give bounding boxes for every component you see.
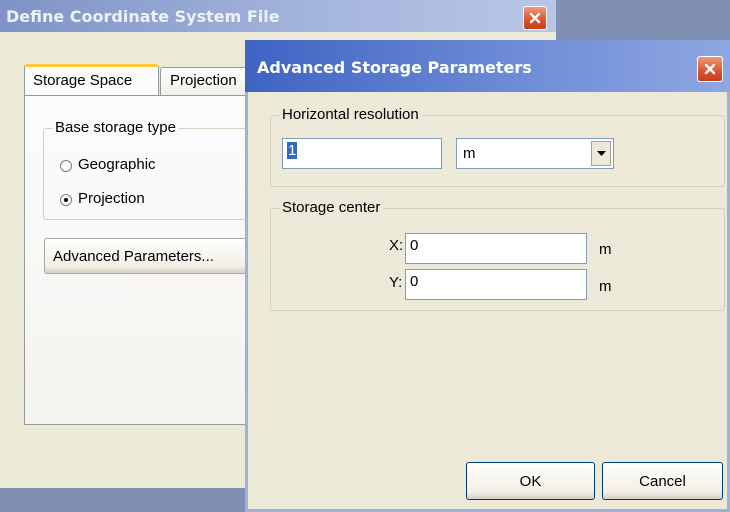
radio-geographic-label[interactable]: Geographic bbox=[78, 156, 156, 173]
radio-projection-label[interactable]: Projection bbox=[78, 190, 145, 207]
y-unit: m bbox=[599, 278, 612, 295]
main-titlebar[interactable]: Define Coordinate System File bbox=[0, 0, 556, 32]
advanced-parameters-button[interactable]: Advanced Parameters... bbox=[44, 238, 256, 274]
y-value: 0 bbox=[410, 273, 419, 290]
dialog-title: Advanced Storage Parameters bbox=[257, 58, 532, 77]
cancel-label: Cancel bbox=[639, 472, 686, 490]
horizontal-resolution-unit-select[interactable]: m bbox=[456, 138, 614, 169]
close-icon bbox=[529, 12, 541, 24]
dropdown-arrow-icon bbox=[596, 151, 606, 156]
tab-storage-space[interactable]: Storage Space bbox=[24, 64, 159, 96]
horizontal-resolution-value: 1 bbox=[287, 142, 298, 159]
dropdown-button[interactable] bbox=[591, 141, 611, 166]
cancel-button[interactable]: Cancel bbox=[602, 462, 723, 500]
dialog-titlebar[interactable]: Advanced Storage Parameters bbox=[245, 40, 730, 92]
tab-projection[interactable]: Projection bbox=[160, 67, 256, 96]
y-input[interactable]: 0 bbox=[405, 269, 587, 300]
ok-button[interactable]: OK bbox=[466, 462, 595, 500]
horizontal-resolution-label: Horizontal resolution bbox=[279, 106, 422, 123]
base-storage-type-label: Base storage type bbox=[52, 119, 179, 136]
main-close-button[interactable] bbox=[523, 6, 547, 30]
horizontal-resolution-input[interactable]: 1 bbox=[282, 138, 442, 169]
radio-projection[interactable] bbox=[60, 194, 72, 206]
x-label: X: bbox=[389, 237, 404, 254]
storage-center-label: Storage center bbox=[279, 199, 384, 216]
advanced-storage-dialog: Advanced Storage Parameters Horizontal r… bbox=[245, 40, 730, 512]
main-window-title: Define Coordinate System File bbox=[6, 7, 280, 26]
tab-projection-label: Projection bbox=[170, 72, 237, 89]
advanced-parameters-label: Advanced Parameters... bbox=[53, 247, 214, 265]
x-input[interactable]: 0 bbox=[405, 233, 587, 264]
tab-storage-space-label: Storage Space bbox=[33, 72, 133, 89]
x-value: 0 bbox=[410, 237, 419, 254]
horizontal-resolution-unit: m bbox=[463, 145, 476, 162]
radio-geographic[interactable] bbox=[60, 160, 72, 172]
close-icon bbox=[704, 63, 716, 75]
dialog-close-button[interactable] bbox=[697, 56, 723, 82]
ok-label: OK bbox=[519, 472, 542, 490]
x-unit: m bbox=[599, 241, 612, 258]
y-label: Y: bbox=[389, 274, 403, 291]
